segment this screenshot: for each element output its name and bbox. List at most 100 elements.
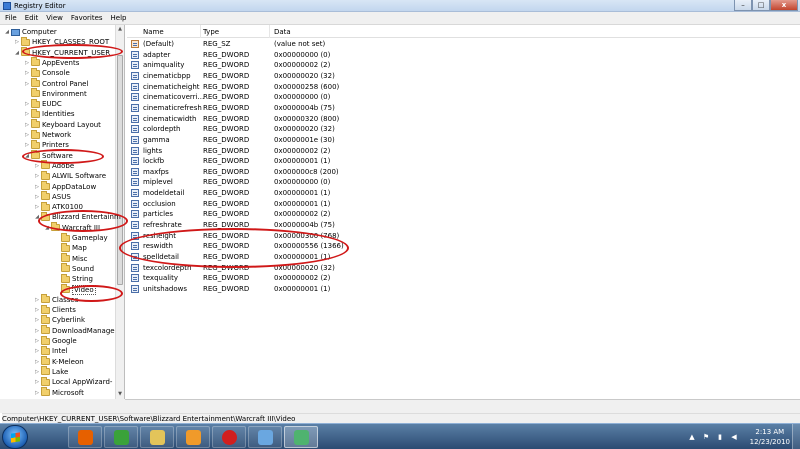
tree-node[interactable]: ▷ Microsoft — [34, 387, 84, 398]
expand-arrow-icon[interactable]: ◢ — [4, 28, 10, 36]
tree-node[interactable]: Video — [54, 284, 96, 295]
value-row[interactable]: cinematicwidth REG_DWORD 0x00000320 (800) — [127, 114, 800, 125]
value-row[interactable]: occlusion REG_DWORD 0x00000001 (1) — [127, 199, 800, 210]
tree-node[interactable]: ▷ AppEvents — [24, 57, 79, 68]
scroll-up-icon[interactable]: ▲ — [116, 25, 124, 34]
expand-arrow-icon[interactable]: ▷ — [34, 172, 40, 180]
key-tree-pane[interactable]: ▲ ▼ ◢ Computer ▷ HKEY_CLASSES_ROOT ◢ HKEY_CUR… — [0, 25, 125, 399]
value-row[interactable]: cinematicheight REG_DWORD 0x00000258 (600) — [127, 82, 800, 93]
close-button[interactable]: x — [770, 0, 798, 11]
tree-node[interactable]: ▷ ALWIL Software — [34, 170, 106, 181]
taskbar-button[interactable] — [284, 426, 318, 448]
expand-arrow-icon[interactable]: ▷ — [34, 306, 40, 314]
minimize-button[interactable]: – — [734, 0, 752, 11]
tree-node[interactable]: ◢ Blizzard Entertainm — [34, 211, 121, 222]
clock[interactable]: 2:13 AM 12/23/2010 — [750, 427, 790, 447]
tree-node[interactable]: String — [54, 273, 93, 284]
value-row[interactable]: (Default) REG_SZ (value not set) — [127, 39, 800, 50]
tree-node[interactable]: ▷ Cyberlink — [34, 314, 85, 325]
expand-arrow-icon[interactable]: ▷ — [34, 327, 40, 335]
tree-horizontal-scrollbar[interactable] — [0, 399, 125, 409]
tree-node[interactable]: ▷ Adobe — [34, 160, 74, 171]
expand-arrow-icon[interactable]: ▷ — [24, 141, 30, 149]
tree-node[interactable]: ▷ Identities — [24, 108, 75, 119]
value-row[interactable]: gamma REG_DWORD 0x0000001e (30) — [127, 135, 800, 146]
value-row[interactable]: reswidth REG_DWORD 0x00000556 (1366) — [127, 241, 800, 252]
expand-arrow-icon[interactable]: ▷ — [24, 121, 30, 129]
column-data[interactable]: Data — [274, 28, 291, 36]
value-list-pane[interactable]: Name Type Data (Default) REG_SZ (value not… — [127, 25, 800, 399]
tree-node[interactable]: ▷ EUDC — [24, 98, 62, 109]
tree-node[interactable]: Map — [54, 242, 87, 253]
tree-node[interactable]: ▷ Classes — [34, 294, 78, 305]
expand-arrow-icon[interactable]: ▷ — [34, 316, 40, 324]
tree-node[interactable]: ◢ Warcraft III — [44, 222, 100, 233]
expand-arrow-icon[interactable]: ▷ — [24, 80, 30, 88]
expand-arrow-icon[interactable]: ▷ — [14, 38, 20, 46]
expand-arrow-icon[interactable]: ◢ — [14, 49, 20, 57]
menu-edit[interactable]: Edit — [22, 12, 44, 24]
tree-node[interactable]: ▷ Control Panel — [24, 78, 88, 89]
expand-arrow-icon[interactable]: ▷ — [34, 183, 40, 191]
column-name[interactable]: Name — [143, 28, 164, 36]
value-row[interactable]: texcolordepth REG_DWORD 0x00000020 (32) — [127, 263, 800, 274]
taskbar-button[interactable] — [68, 426, 102, 448]
network-icon[interactable]: ▮ — [716, 433, 724, 441]
menu-view[interactable]: View — [43, 12, 68, 24]
tree-node[interactable]: ▷ Console — [24, 67, 70, 78]
expand-arrow-icon[interactable]: ▷ — [34, 162, 40, 170]
expand-arrow-icon[interactable]: ▷ — [34, 193, 40, 201]
value-row[interactable]: spelldetail REG_DWORD 0x00000001 (1) — [127, 252, 800, 263]
value-row[interactable]: miplevel REG_DWORD 0x00000000 (0) — [127, 177, 800, 188]
tree-node[interactable]: ▷ Network — [24, 129, 71, 140]
expand-arrow-icon[interactable]: ▷ — [34, 358, 40, 366]
tree-node[interactable]: Gameplay — [54, 232, 108, 243]
tree-node[interactable]: ▷ DownloadManage — [34, 325, 115, 336]
column-divider[interactable] — [200, 25, 201, 38]
tree-node[interactable]: ▷ ATK0100 — [34, 201, 83, 212]
volume-icon[interactable]: ◀ — [730, 433, 738, 441]
value-row[interactable]: maxfps REG_DWORD 0x000000c8 (200) — [127, 167, 800, 178]
tree-node[interactable]: ▷ Printers — [24, 139, 69, 150]
tree-node[interactable]: ◢ Software — [24, 150, 73, 161]
maximize-button[interactable]: □ — [752, 0, 770, 11]
tree-node[interactable]: ▷ Clients — [34, 304, 76, 315]
taskbar-button[interactable] — [248, 426, 282, 448]
value-row[interactable]: cinematicoverri... REG_DWORD 0x00000000 (0… — [127, 92, 800, 103]
expand-arrow-icon[interactable]: ◢ — [34, 213, 40, 221]
tree-node[interactable]: Misc — [54, 253, 87, 264]
tree-node[interactable]: ▷ AppDataLow — [34, 181, 96, 192]
expand-arrow-icon[interactable]: ▷ — [24, 59, 30, 67]
expand-arrow-icon[interactable]: ▷ — [34, 347, 40, 355]
start-button[interactable] — [2, 425, 28, 449]
value-row[interactable]: particles REG_DWORD 0x00000002 (2) — [127, 209, 800, 220]
value-row[interactable]: lockfb REG_DWORD 0x00000001 (1) — [127, 156, 800, 167]
expand-arrow-icon[interactable]: ▷ — [24, 69, 30, 77]
scroll-thumb[interactable] — [117, 55, 123, 285]
tree-node[interactable]: ▷ HKEY_CLASSES_ROOT — [14, 36, 109, 47]
flag-icon[interactable]: ⚑ — [702, 433, 710, 441]
column-type[interactable]: Type — [203, 28, 219, 36]
expand-arrow-icon[interactable]: ▷ — [24, 100, 30, 108]
column-divider[interactable] — [269, 25, 270, 38]
expand-arrow-icon[interactable]: ▷ — [34, 368, 40, 376]
expand-arrow-icon[interactable]: ▷ — [24, 110, 30, 118]
expand-arrow-icon[interactable]: ◢ — [44, 224, 50, 232]
value-row[interactable]: animquality REG_DWORD 0x00000002 (2) — [127, 60, 800, 71]
value-row[interactable]: lights REG_DWORD 0x00000002 (2) — [127, 146, 800, 157]
expand-arrow-icon[interactable]: ▷ — [24, 131, 30, 139]
expand-arrow-icon[interactable]: ▷ — [34, 296, 40, 304]
menu-file[interactable]: File — [2, 12, 22, 24]
tree-node[interactable]: ▷ Intel — [34, 345, 68, 356]
expand-arrow-icon[interactable]: ▷ — [34, 203, 40, 211]
tree-node[interactable]: ◢ Computer — [4, 27, 57, 37]
menu-help[interactable]: Help — [108, 12, 132, 24]
value-row[interactable]: refreshrate REG_DWORD 0x0000004b (75) — [127, 220, 800, 231]
tree-node[interactable]: ▷ Lake — [34, 366, 68, 377]
tree-node[interactable]: ▷ Keyboard Layout — [24, 119, 101, 130]
menu-favorites[interactable]: Favorites — [68, 12, 108, 24]
expand-arrow-icon[interactable]: ◢ — [24, 152, 30, 160]
scroll-down-icon[interactable]: ▼ — [116, 390, 124, 399]
expand-arrow-icon[interactable]: ▷ — [34, 378, 40, 386]
value-row[interactable]: adapter REG_DWORD 0x00000000 (0) — [127, 50, 800, 61]
